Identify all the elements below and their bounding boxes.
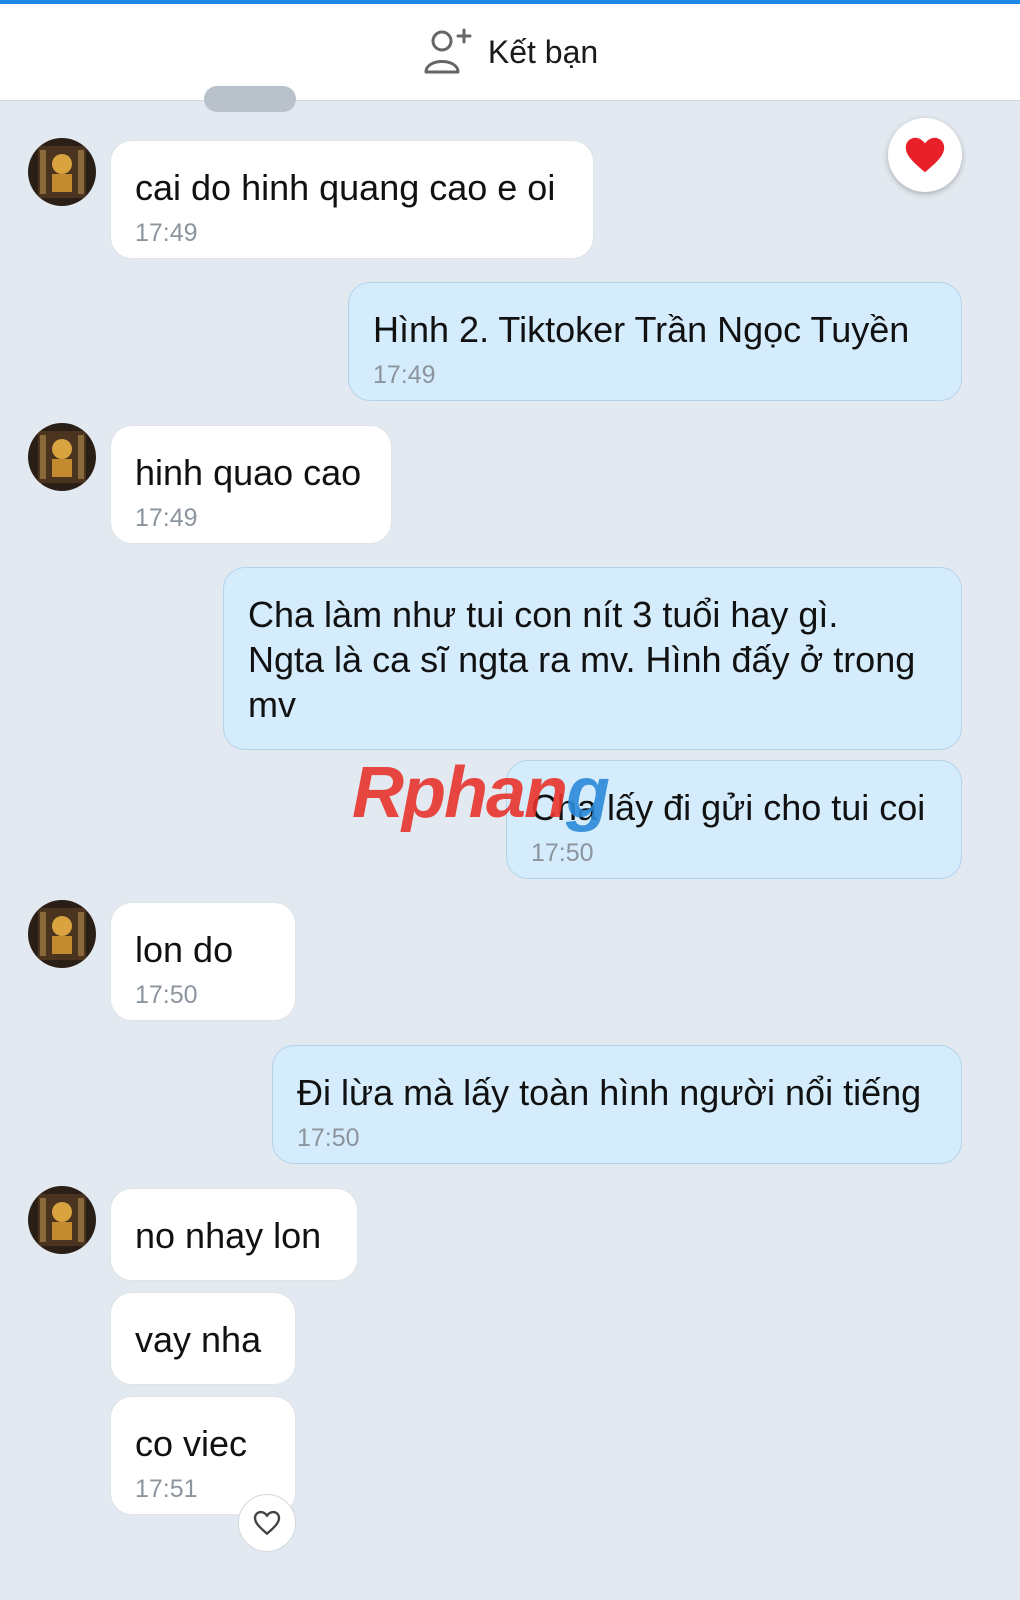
message-time: 17:50 xyxy=(297,1124,360,1152)
heart-reaction-button[interactable] xyxy=(888,118,962,192)
avatar-image xyxy=(28,138,96,206)
add-friend-label: Kết bạn xyxy=(487,33,599,70)
message-bubble-incoming[interactable]: vay nha xyxy=(110,1292,296,1385)
avatar-image xyxy=(28,423,96,491)
message-text: Cha lấy đi gửi cho tui coi xyxy=(531,787,926,828)
message-bubble-outgoing[interactable]: Đi lừa mà lấy toàn hình người nổi tiếng … xyxy=(272,1045,962,1164)
react-heart-button[interactable] xyxy=(238,1494,296,1552)
message-text: Cha làm như tui con nít 3 tuổi hay gì. N… xyxy=(248,594,916,725)
message-bubble-incoming[interactable]: lon do 17:50 xyxy=(110,902,296,1021)
add-friend-button[interactable]: Kết bạn xyxy=(422,26,598,78)
message-text: Hình 2. Tiktoker Trần Ngọc Tuyền xyxy=(373,309,910,350)
message-bubble-outgoing[interactable]: Hình 2. Tiktoker Trần Ngọc Tuyền 17:49 xyxy=(348,282,962,401)
message-bubble-incoming[interactable]: hinh quao cao 17:49 xyxy=(110,425,392,544)
message-text: no nhay lon xyxy=(135,1215,322,1256)
heart-outline-icon xyxy=(253,1510,281,1535)
message-text: Đi lừa mà lấy toàn hình người nổi tiếng xyxy=(297,1072,922,1113)
message-text: cai do hinh quang cao e oi xyxy=(135,167,556,208)
chat-header: Kết bạn xyxy=(0,4,1020,101)
message-bubble-incoming[interactable]: no nhay lon xyxy=(110,1188,358,1281)
date-separator-badge xyxy=(204,86,296,112)
message-time: 17:49 xyxy=(373,361,436,389)
contact-avatar[interactable] xyxy=(28,900,96,968)
message-bubble-outgoing[interactable]: Cha làm như tui con nít 3 tuổi hay gì. N… xyxy=(223,567,962,750)
message-time: 17:50 xyxy=(135,981,198,1009)
heart-icon xyxy=(905,137,945,173)
avatar-image xyxy=(28,900,96,968)
message-bubble-outgoing[interactable]: Cha lấy đi gửi cho tui coi 17:50 xyxy=(506,760,962,879)
message-time: 17:50 xyxy=(531,839,594,867)
add-friend-icon xyxy=(424,28,472,74)
message-text: vay nha xyxy=(135,1319,262,1360)
message-text: lon do xyxy=(135,929,234,970)
contact-avatar[interactable] xyxy=(28,138,96,206)
message-text: co viec xyxy=(135,1423,248,1464)
contact-avatar[interactable] xyxy=(28,423,96,491)
avatar-image xyxy=(28,1186,96,1254)
message-text: hinh quao cao xyxy=(135,452,362,493)
message-time: 17:49 xyxy=(135,504,198,532)
message-time: 17:49 xyxy=(135,219,198,247)
message-bubble-incoming[interactable]: cai do hinh quang cao e oi 17:49 xyxy=(110,140,594,259)
contact-avatar[interactable] xyxy=(28,1186,96,1254)
